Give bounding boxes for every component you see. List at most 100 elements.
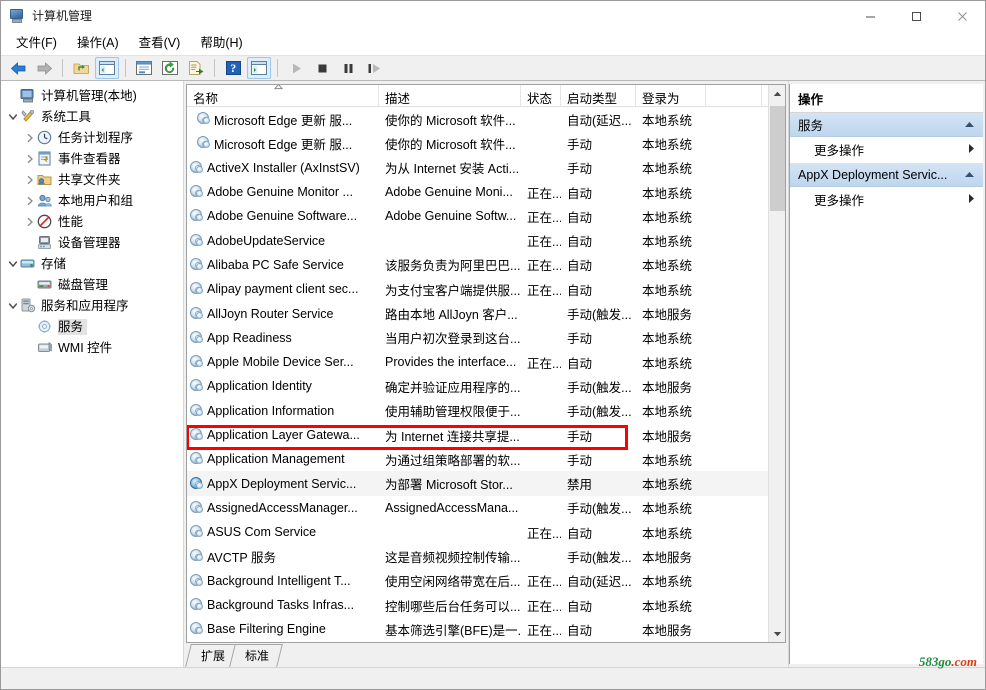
menu-file[interactable]: 文件(F) bbox=[7, 33, 66, 53]
table-row[interactable]: AssignedAccessManager... AssignedAccessMa… bbox=[187, 496, 785, 520]
table-row[interactable]: Background Intelligent T... 使用空闲网络带宽在后...… bbox=[187, 569, 785, 593]
pause-service-icon[interactable] bbox=[336, 57, 360, 79]
back-icon[interactable] bbox=[6, 57, 30, 79]
service-name-label: AVCTP 服务 bbox=[207, 550, 276, 565]
list-vertical-scrollbar[interactable] bbox=[768, 85, 785, 642]
more-actions-services[interactable]: 更多操作 bbox=[790, 137, 983, 163]
up-folder-icon[interactable] bbox=[69, 57, 93, 79]
tab-extended-label: 扩展 bbox=[201, 649, 226, 663]
tree-node-6[interactable]: 性能 bbox=[1, 211, 183, 232]
tree-node-7[interactable]: 设备管理器 bbox=[1, 232, 183, 253]
local-users-icon bbox=[37, 193, 54, 209]
menu-view[interactable]: 查看(V) bbox=[130, 33, 190, 53]
cell-description: 为部署 Microsoft Stor... bbox=[385, 478, 513, 493]
maximize-button[interactable] bbox=[893, 1, 939, 31]
service-name-label: Background Tasks Infras... bbox=[207, 598, 355, 613]
table-row[interactable]: Application Information 使用辅助管理权限便于... 手动(触… bbox=[187, 399, 785, 423]
service-gear-icon bbox=[190, 379, 204, 393]
properties-icon[interactable] bbox=[132, 57, 156, 79]
table-row[interactable]: App Readiness 当用户初次登录到这台... 手动 本地系统 bbox=[187, 326, 785, 350]
table-row[interactable]: AdobeUpdateService 正在... 自动 本地系统 bbox=[187, 228, 785, 252]
show-tree-icon[interactable] bbox=[95, 57, 119, 79]
table-row[interactable]: Background Tasks Infras... 控制哪些后台任务可以... 正… bbox=[187, 593, 785, 617]
close-button[interactable] bbox=[939, 1, 985, 31]
actions-pane-title: 操作 bbox=[790, 84, 983, 113]
chevron-up-icon[interactable] bbox=[964, 120, 975, 130]
tree-node-label: 设备管理器 bbox=[58, 235, 121, 250]
tree-node-9[interactable]: 磁盘管理 bbox=[1, 274, 183, 295]
column-name[interactable]: 名称 bbox=[187, 85, 379, 106]
chevron-right-icon[interactable] bbox=[22, 196, 37, 206]
menu-help[interactable]: 帮助(H) bbox=[191, 33, 251, 53]
scrollbar-thumb[interactable] bbox=[769, 106, 785, 211]
column-startup[interactable]: 启动类型 bbox=[561, 85, 636, 106]
tree-node-12[interactable]: WMI 控件 bbox=[1, 337, 183, 358]
chevron-up-icon[interactable] bbox=[964, 170, 975, 180]
chevron-down-icon[interactable] bbox=[5, 301, 20, 311]
tree-node-5[interactable]: 本地用户和组 bbox=[1, 190, 183, 211]
more-actions-appx[interactable]: 更多操作 bbox=[790, 187, 983, 213]
help-icon[interactable]: ? bbox=[221, 57, 245, 79]
chevron-right-icon[interactable] bbox=[22, 175, 37, 185]
restart-service-icon[interactable] bbox=[362, 57, 386, 79]
service-gear-icon bbox=[190, 549, 204, 563]
column-description[interactable]: 描述 bbox=[379, 85, 521, 106]
table-row[interactable]: Adobe Genuine Monitor ... Adobe Genuine M… bbox=[187, 180, 785, 204]
forward-icon[interactable] bbox=[32, 57, 56, 79]
column-logon[interactable]: 登录为 bbox=[636, 85, 706, 106]
tree-node-2[interactable]: 任务计划程序 bbox=[1, 127, 183, 148]
table-row[interactable]: Apple Mobile Device Ser... Provides the i… bbox=[187, 350, 785, 374]
scroll-down-icon[interactable] bbox=[769, 625, 786, 642]
tree-node-label: 事件查看器 bbox=[58, 151, 121, 166]
table-row[interactable]: ASUS Com Service 正在... 自动 本地系统 bbox=[187, 520, 785, 544]
tree-node-0[interactable]: 计算机管理(本地) bbox=[1, 85, 183, 106]
service-name-label: Adobe Genuine Software... bbox=[207, 209, 358, 224]
service-name-label: Microsoft Edge 更新 服... bbox=[214, 113, 353, 128]
table-row[interactable]: Application Identity 确定并验证应用程序的... 手动(触发..… bbox=[187, 374, 785, 398]
table-row[interactable]: ActiveX Installer (AxInstSV) 为从 Internet … bbox=[187, 156, 785, 180]
service-name-label: Application Information bbox=[207, 403, 335, 418]
cell-service-name: Alipay payment client sec... bbox=[187, 282, 379, 296]
service-gear-icon bbox=[190, 525, 204, 539]
refresh-icon[interactable] bbox=[158, 57, 182, 79]
table-row[interactable]: AVCTP 服务 这是音频视频控制传输... 手动(触发... 本地服务 bbox=[187, 544, 785, 568]
tree-node-8[interactable]: 存储 bbox=[1, 253, 183, 274]
chevron-right-icon[interactable] bbox=[22, 217, 37, 227]
minimize-button[interactable] bbox=[847, 1, 893, 31]
tree-node-3[interactable]: 事件查看器 bbox=[1, 148, 183, 169]
chevron-right-icon[interactable] bbox=[22, 133, 37, 143]
table-row[interactable]: AllJoyn Router Service 路由本地 AllJoyn 客户...… bbox=[187, 301, 785, 325]
tree-node-11[interactable]: 服务 bbox=[1, 316, 183, 337]
chevron-down-icon[interactable] bbox=[5, 112, 20, 122]
column-status[interactable]: 状态 bbox=[521, 85, 561, 106]
chevron-down-icon[interactable] bbox=[5, 259, 20, 269]
export-list-icon[interactable] bbox=[184, 57, 208, 79]
table-row[interactable]: Application Layer Gatewa... 为 Internet 连接… bbox=[187, 423, 785, 447]
action-group-appx-header[interactable]: AppX Deployment Servic... bbox=[790, 163, 983, 187]
show-action-pane-icon[interactable] bbox=[247, 57, 271, 79]
table-row[interactable]: Microsoft Edge 更新 服... 使你的 Microsoft 软件..… bbox=[187, 131, 785, 155]
stop-service-icon[interactable] bbox=[310, 57, 334, 79]
cell-status: 正在... bbox=[527, 283, 561, 298]
cell-status: 正在... bbox=[527, 235, 561, 250]
table-row[interactable]: AppX Deployment Servic... 为部署 Microsoft S… bbox=[187, 471, 785, 496]
start-service-icon[interactable] bbox=[284, 57, 308, 79]
menu-action[interactable]: 操作(A) bbox=[68, 33, 128, 53]
tree-node-4[interactable]: 共享文件夹 bbox=[1, 169, 183, 190]
console-tree-pane: 计算机管理(本地) 系统工具 任务计划程序事件查看器共享文件夹 本地用户和组 性能设备管… bbox=[1, 81, 184, 667]
table-row[interactable]: Alibaba PC Safe Service 该服务负责为阿里巴巴... 正在..… bbox=[187, 253, 785, 277]
tree-node-10[interactable]: 服务和应用程序 bbox=[1, 295, 183, 316]
table-row[interactable]: Base Filtering Engine 基本筛选引擎(BFE)是一... 正在.… bbox=[187, 617, 785, 641]
table-row[interactable]: Alipay payment client sec... 为支付宝客户端提供服..… bbox=[187, 277, 785, 301]
scrollbar-track[interactable] bbox=[769, 102, 786, 625]
table-row[interactable]: Adobe Genuine Software... Adobe Genuine S… bbox=[187, 204, 785, 228]
tab-standard[interactable]: 标准 bbox=[229, 644, 283, 667]
chevron-right-icon[interactable] bbox=[22, 154, 37, 164]
tree-node-1[interactable]: 系统工具 bbox=[1, 106, 183, 127]
table-row[interactable]: Microsoft Edge 更新 服... 使你的 Microsoft 软件..… bbox=[187, 107, 785, 131]
scroll-up-icon[interactable] bbox=[769, 85, 786, 102]
cell-description: Adobe Genuine Moni... bbox=[385, 185, 513, 200]
action-group-services-header[interactable]: 服务 bbox=[790, 113, 983, 137]
table-row[interactable]: Application Management 为通过组策略部署的软... 手动 本地系… bbox=[187, 447, 785, 471]
column-filler[interactable] bbox=[706, 85, 762, 106]
